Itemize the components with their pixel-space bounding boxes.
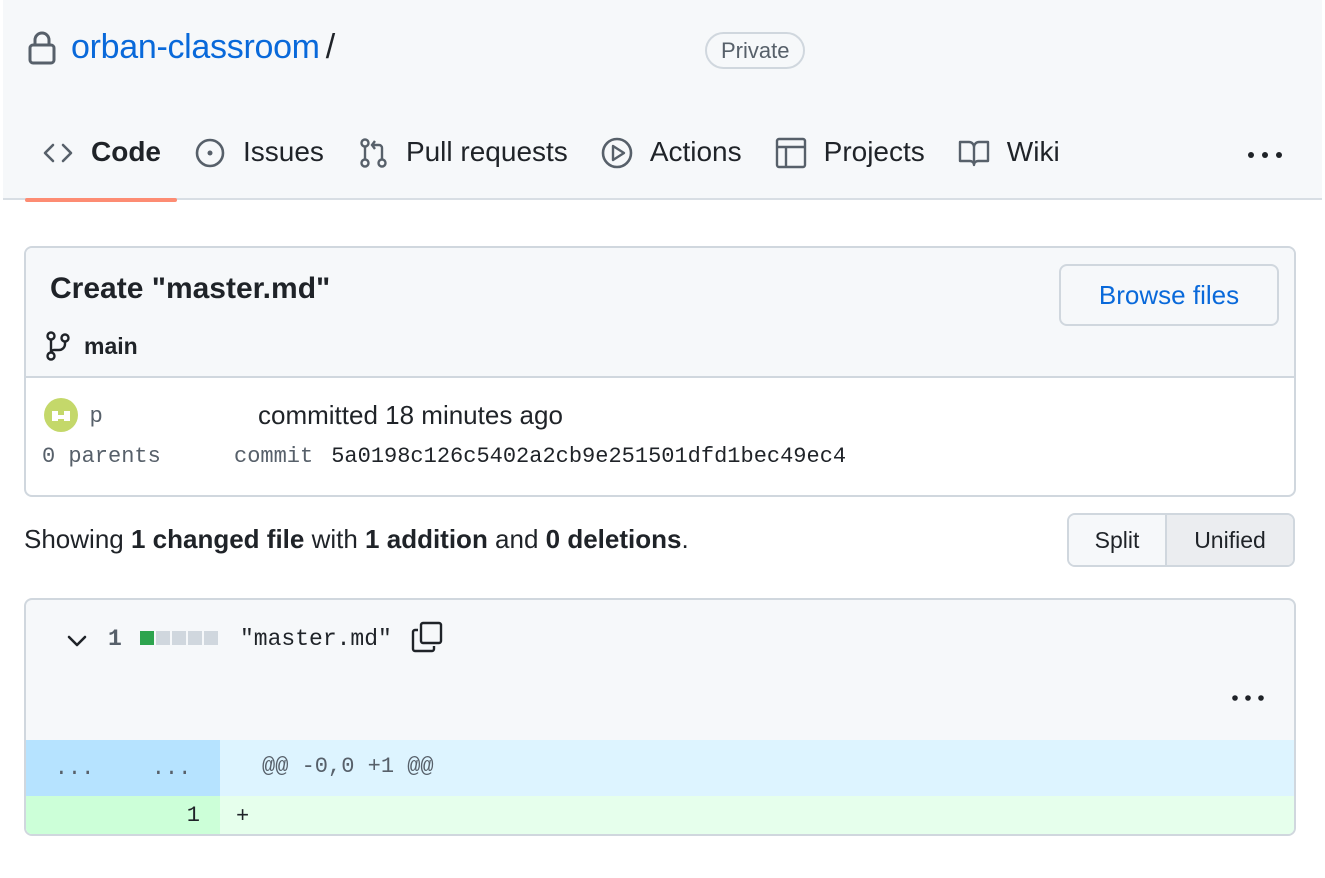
additions-count: 1 addition (365, 524, 488, 554)
line-content: + (236, 804, 250, 829)
copy-icon[interactable] (410, 620, 444, 654)
commit-details: Create "master.md" Browse files main p c… (24, 246, 1296, 497)
expand-hunk-gutter[interactable]: ... ... (26, 740, 220, 796)
commit-sha[interactable]: 5a0198c126c5402a2cb9e251501dfd1bec49еc4 (331, 444, 846, 469)
code-icon (43, 143, 73, 163)
tab-label: Wiki (1006, 136, 1060, 167)
old-line-expander[interactable]: ... (26, 756, 123, 781)
visibility-badge: Private (705, 32, 806, 69)
diff-summary: Showing 1 changed file with 1 addition a… (24, 524, 689, 555)
book-icon (958, 140, 989, 167)
chevron-down-icon[interactable] (64, 628, 90, 654)
file-change-count: 1 (108, 626, 122, 652)
file-options-icon[interactable] (1230, 688, 1266, 708)
issue-icon (195, 138, 225, 168)
branch-icon (46, 331, 70, 361)
repo-tabs: Code Issues Pull requests Actions Projec… (25, 130, 1076, 202)
commit-title: Create "master.md" (50, 272, 331, 305)
split-view-button[interactable]: Split (1069, 515, 1167, 565)
summary-text: and (487, 524, 546, 554)
tab-label: Pull requests (405, 136, 568, 167)
tab-label: Projects (823, 136, 925, 167)
lock-icon (28, 31, 56, 64)
changed-files-count: 1 changed file (130, 524, 305, 554)
summary-text: with (304, 524, 366, 554)
tab-actions[interactable]: Actions (584, 130, 758, 200)
added-line-row: 1 + (26, 796, 1294, 834)
tab-label: Issues (243, 136, 324, 167)
tab-label: Actions (649, 136, 742, 167)
hunk-header-row: ... ... @@ -0,0 +1 @@ (26, 740, 1294, 796)
pull-request-icon (360, 138, 387, 168)
commit-author-row: p committed 18 minutes ago (44, 398, 563, 432)
commit-header: Create "master.md" Browse files main (26, 248, 1294, 378)
repo-owner-link[interactable]: orban-classroom (71, 28, 320, 67)
unified-view-button[interactable]: Unified (1167, 515, 1293, 565)
tab-code[interactable]: Code (25, 130, 177, 202)
path-separator: / (325, 28, 336, 66)
file-name[interactable]: "master.md" (240, 626, 392, 652)
play-icon (601, 137, 633, 169)
commit-label: commit (234, 444, 314, 469)
tab-label: Code (91, 136, 161, 167)
tab-issues[interactable]: Issues (177, 130, 340, 200)
summary-text: . (681, 524, 689, 554)
avatar[interactable] (44, 398, 78, 432)
new-line-expander[interactable]: ... (123, 756, 220, 781)
diff-view-toggle: Split Unified (1067, 513, 1295, 567)
branch-name: main (84, 332, 138, 359)
line-number[interactable]: 1 (26, 796, 220, 834)
parents-count: 0 parents (42, 444, 161, 469)
hunk-header: @@ -0,0 +1 @@ (262, 754, 434, 779)
repo-title: orban-classroom / (27, 28, 335, 67)
table-icon (775, 137, 806, 169)
deletions-count: 0 deletions (545, 524, 682, 554)
file-diff-header: 1 "master.md" (26, 600, 1294, 740)
tab-pull-requests[interactable]: Pull requests (340, 130, 584, 200)
browse-files-button[interactable]: Browse files (1059, 264, 1279, 326)
summary-text: Showing (24, 524, 131, 554)
more-tabs-icon[interactable] (1245, 140, 1285, 170)
repo-header: orban-classroom / Private Code Issues Pu… (3, 0, 1322, 202)
commit-meta: 0 parents commit 5a0198c126c5402a2cb9e25… (42, 444, 846, 469)
branch-label[interactable]: main (44, 330, 138, 362)
author-name[interactable]: p (90, 402, 258, 428)
tab-wiki[interactable]: Wiki (941, 130, 1076, 200)
diffstat-bar (140, 631, 220, 645)
tab-projects[interactable]: Projects (758, 130, 941, 200)
file-diff: 1 "master.md" ... ... @@ -0,0 +1 @@ 1 + (24, 598, 1296, 836)
commit-time: committed 18 minutes ago (258, 399, 563, 430)
